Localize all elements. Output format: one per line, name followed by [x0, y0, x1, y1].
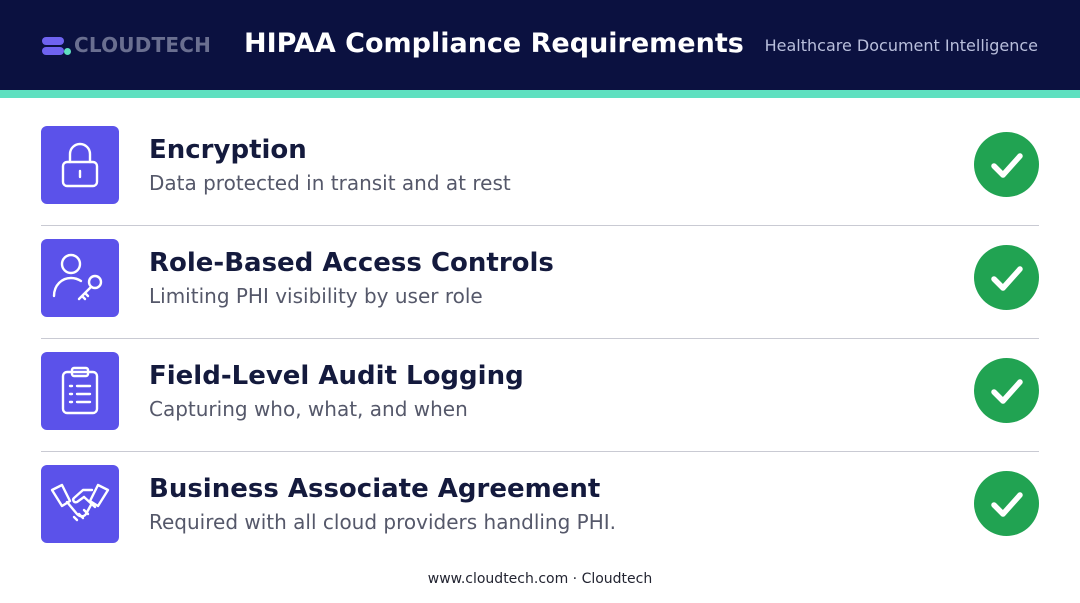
requirement-row-audit-logging: Field-Level Audit Logging Capturing who,…: [41, 339, 1039, 452]
check-circle-icon: [974, 471, 1039, 536]
page-title: HIPAA Compliance Requirements: [244, 28, 744, 59]
requirement-row-access-controls: Role-Based Access Controls Limiting PHI …: [41, 226, 1039, 339]
footer-text: www.cloudtech.com · Cloudtech: [427, 571, 653, 587]
cloudtech-logo-icon: [42, 34, 72, 56]
header-tagline: Healthcare Document Intelligence: [764, 36, 1038, 55]
check-circle-icon: [974, 245, 1039, 310]
accent-divider: [0, 90, 1080, 98]
lock-icon: [41, 126, 119, 204]
requirement-row-business-associate: Business Associate Agreement Required wi…: [41, 452, 1039, 565]
requirement-title: Business Associate Agreement: [149, 474, 601, 504]
requirements-list: Encryption Data protected in transit and…: [41, 113, 1039, 565]
user-key-icon: [41, 239, 119, 317]
header-bar: CLOUDTECH HIPAA Compliance Requirements …: [0, 0, 1080, 90]
check-circle-icon: [974, 132, 1039, 197]
brand-logo: CLOUDTECH: [42, 31, 211, 59]
requirement-description: Limiting PHI visibility by user role: [149, 284, 483, 308]
check-circle-icon: [974, 358, 1039, 423]
clipboard-list-icon: [41, 352, 119, 430]
handshake-icon: [41, 465, 119, 543]
requirement-description: Required with all cloud providers handli…: [149, 510, 617, 534]
requirement-row-encryption: Encryption Data protected in transit and…: [41, 113, 1039, 226]
logo-text: CLOUDTECH: [74, 33, 212, 57]
requirement-title: Role-Based Access Controls: [149, 248, 554, 278]
requirement-description: Capturing who, what, and when: [149, 397, 468, 421]
requirement-title: Field-Level Audit Logging: [149, 361, 524, 391]
requirement-title: Encryption: [149, 135, 307, 165]
requirement-description: Data protected in transit and at rest: [149, 171, 511, 195]
